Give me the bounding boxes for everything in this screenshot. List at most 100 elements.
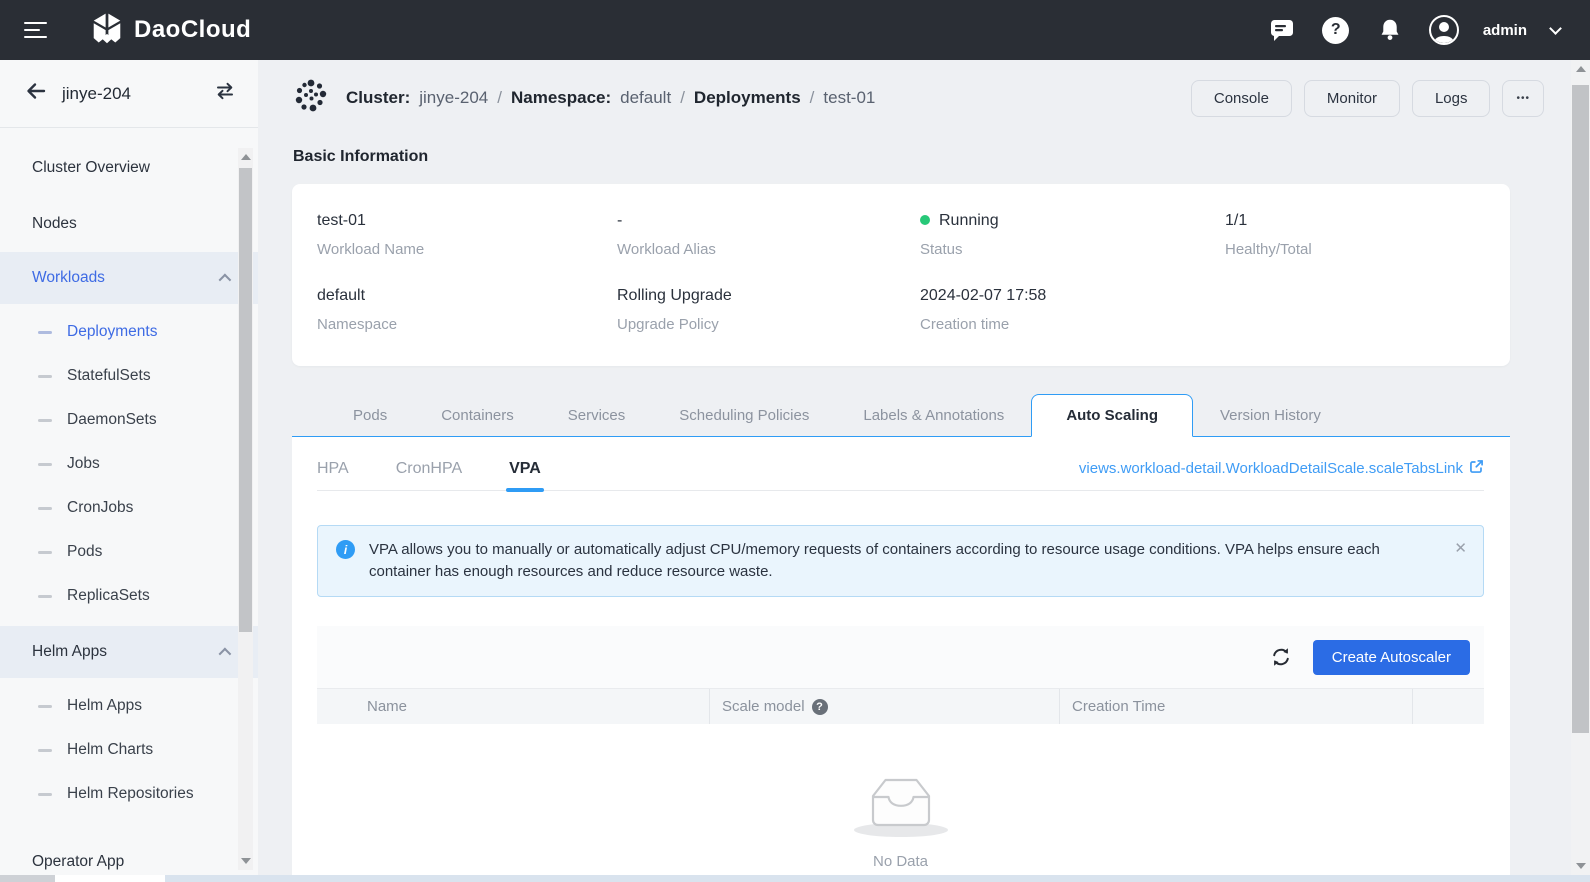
field-upgrade-policy: Rolling Upgrade Upgrade Policy <box>617 287 920 333</box>
sidebar-item-deployments[interactable]: Deployments <box>0 310 258 354</box>
sidebar-item-statefulsets[interactable]: StatefulSets <box>0 354 258 398</box>
scale-subtabs: HPA CronHPA VPA views.workload-detail.Wo… <box>317 437 1484 491</box>
notifications-bell-icon[interactable] <box>1375 15 1405 45</box>
tab-pods[interactable]: Pods <box>326 394 414 436</box>
scroll-up-arrow-icon[interactable] <box>1576 66 1586 72</box>
vpa-info-alert: i VPA allows you to manually or automati… <box>317 525 1484 597</box>
console-button[interactable]: Console <box>1191 80 1292 117</box>
window-vertical-scrollbar[interactable] <box>1571 60 1590 875</box>
sidebar-item-cluster-overview[interactable]: Cluster Overview <box>0 140 258 196</box>
sidebar-item-helm-apps[interactable]: Helm Apps <box>0 684 258 728</box>
sidebar-item-helm-repositories[interactable]: Helm Repositories <box>0 772 258 816</box>
dash-icon <box>38 551 52 554</box>
vertical-scrollbar-thumb[interactable] <box>1572 85 1589 733</box>
alert-text: VPA allows you to manually or automatica… <box>369 539 1437 583</box>
tab-services[interactable]: Services <box>541 394 653 436</box>
sidebar-item-helm-charts[interactable]: Helm Charts <box>0 728 258 772</box>
cluster-dots-icon <box>292 77 330 120</box>
sidebar-item-pods[interactable]: Pods <box>0 530 258 574</box>
auto-scaling-panel: HPA CronHPA VPA views.workload-detail.Wo… <box>292 437 1510 875</box>
menu-hamburger-icon[interactable] <box>24 17 50 43</box>
sidebar-item-jobs[interactable]: Jobs <box>0 442 258 486</box>
create-autoscaler-button[interactable]: Create Autoscaler <box>1313 640 1470 675</box>
breadcrumb-section[interactable]: Deployments <box>694 88 801 108</box>
breadcrumb-cluster-value[interactable]: jinye-204 <box>419 88 488 108</box>
scroll-down-arrow-icon[interactable] <box>1576 863 1586 869</box>
window-horizontal-scrollbar[interactable] <box>0 875 1590 882</box>
scroll-up-arrow-icon[interactable] <box>241 154 251 160</box>
user-avatar[interactable] <box>1429 15 1459 45</box>
logs-button[interactable]: Logs <box>1412 80 1491 117</box>
chevron-up-icon <box>219 647 232 660</box>
more-actions-button[interactable]: ••• <box>1502 80 1544 117</box>
field-workload-alias: - Workload Alias <box>617 212 920 258</box>
breadcrumb-resource: test-01 <box>823 88 875 108</box>
status-dot <box>920 215 930 225</box>
back-arrow-icon[interactable] <box>24 79 48 108</box>
breadcrumb: Cluster: jinye-204 / Namespace: default … <box>346 88 875 108</box>
field-namespace: default Namespace <box>317 287 617 333</box>
sidebar-item-daemonsets[interactable]: DaemonSets <box>0 398 258 442</box>
sidebar-scrollbar[interactable] <box>238 148 253 870</box>
page-header: Cluster: jinye-204 / Namespace: default … <box>292 76 1544 120</box>
field-status: Running Status <box>920 212 1225 258</box>
tab-labels-annotations[interactable]: Labels & Annotations <box>836 394 1031 436</box>
sidebar-group-helm-apps[interactable]: Helm Apps <box>0 626 258 678</box>
scroll-down-arrow-icon[interactable] <box>241 858 251 864</box>
daocloud-cube-icon <box>90 11 124 50</box>
subtab-cronhpa[interactable]: CronHPA <box>396 447 462 490</box>
sidebar-header: jinye-204 <box>0 60 258 128</box>
sidebar-item-nodes[interactable]: Nodes <box>0 196 258 252</box>
tab-containers[interactable]: Containers <box>414 394 541 436</box>
external-link-icon <box>1469 459 1484 478</box>
switch-cluster-icon[interactable] <box>214 80 236 107</box>
chevron-up-icon <box>219 273 232 286</box>
alert-close-icon[interactable]: ✕ <box>1454 538 1467 560</box>
refresh-icon[interactable] <box>1269 645 1293 669</box>
sidebar-menu: Cluster Overview Nodes Workloads Deploym… <box>0 128 258 882</box>
info-icon: i <box>336 540 355 559</box>
brand-name: DaoCloud <box>134 16 251 44</box>
tab-auto-scaling[interactable]: Auto Scaling <box>1031 394 1193 437</box>
no-data-text: No Data <box>873 853 928 870</box>
scale-tabs-link[interactable]: views.workload-detail.WorkloadDetailScal… <box>1079 459 1484 478</box>
table-toolbar: Create Autoscaler <box>317 626 1484 688</box>
sidebar-item-cronjobs[interactable]: CronJobs <box>0 486 258 530</box>
column-header-actions <box>1413 689 1484 724</box>
dash-icon <box>38 463 52 466</box>
column-header-name: Name <box>317 689 710 724</box>
user-menu-chevron-down-icon[interactable] <box>1549 22 1562 35</box>
dash-icon <box>38 331 52 334</box>
dash-icon <box>38 375 52 378</box>
dash-icon <box>38 419 52 422</box>
column-header-scale-model: Scale model ? <box>710 689 1060 724</box>
tab-version-history[interactable]: Version History <box>1193 394 1348 436</box>
detail-tabs: Pods Containers Services Scheduling Poli… <box>292 394 1510 437</box>
field-workload-name: test-01 Workload Name <box>317 212 617 258</box>
cluster-name: jinye-204 <box>62 84 214 104</box>
sidebar-scrollbar-thumb[interactable] <box>239 168 252 632</box>
empty-state: No Data <box>317 724 1484 870</box>
user-name: admin <box>1483 22 1527 39</box>
breadcrumb-namespace-value[interactable]: default <box>620 88 671 108</box>
question-mark-icon[interactable]: ? <box>812 699 828 715</box>
feedback-chat-icon[interactable] <box>1267 15 1297 45</box>
empty-inbox-icon <box>853 764 949 845</box>
dash-icon <box>38 595 52 598</box>
dash-icon <box>38 507 52 510</box>
top-navbar: DaoCloud ? admin <box>0 0 1590 60</box>
sidebar-group-workloads[interactable]: Workloads <box>0 252 258 304</box>
help-icon[interactable]: ? <box>1321 15 1351 45</box>
horizontal-scrollbar-thumb[interactable] <box>0 875 55 882</box>
sidebar: jinye-204 Cluster Overview Nodes Workloa… <box>0 60 258 875</box>
dash-icon <box>38 793 52 796</box>
tab-scheduling-policies[interactable]: Scheduling Policies <box>652 394 836 436</box>
monitor-button[interactable]: Monitor <box>1304 80 1400 117</box>
basic-information-title: Basic Information <box>293 148 428 166</box>
main-content: Cluster: jinye-204 / Namespace: default … <box>258 60 1571 875</box>
subtab-hpa[interactable]: HPA <box>317 447 349 490</box>
brand-logo: DaoCloud <box>90 11 251 50</box>
subtab-vpa[interactable]: VPA <box>509 447 541 490</box>
sidebar-item-replicasets[interactable]: ReplicaSets <box>0 574 258 618</box>
column-header-creation-time: Creation Time <box>1060 689 1413 724</box>
